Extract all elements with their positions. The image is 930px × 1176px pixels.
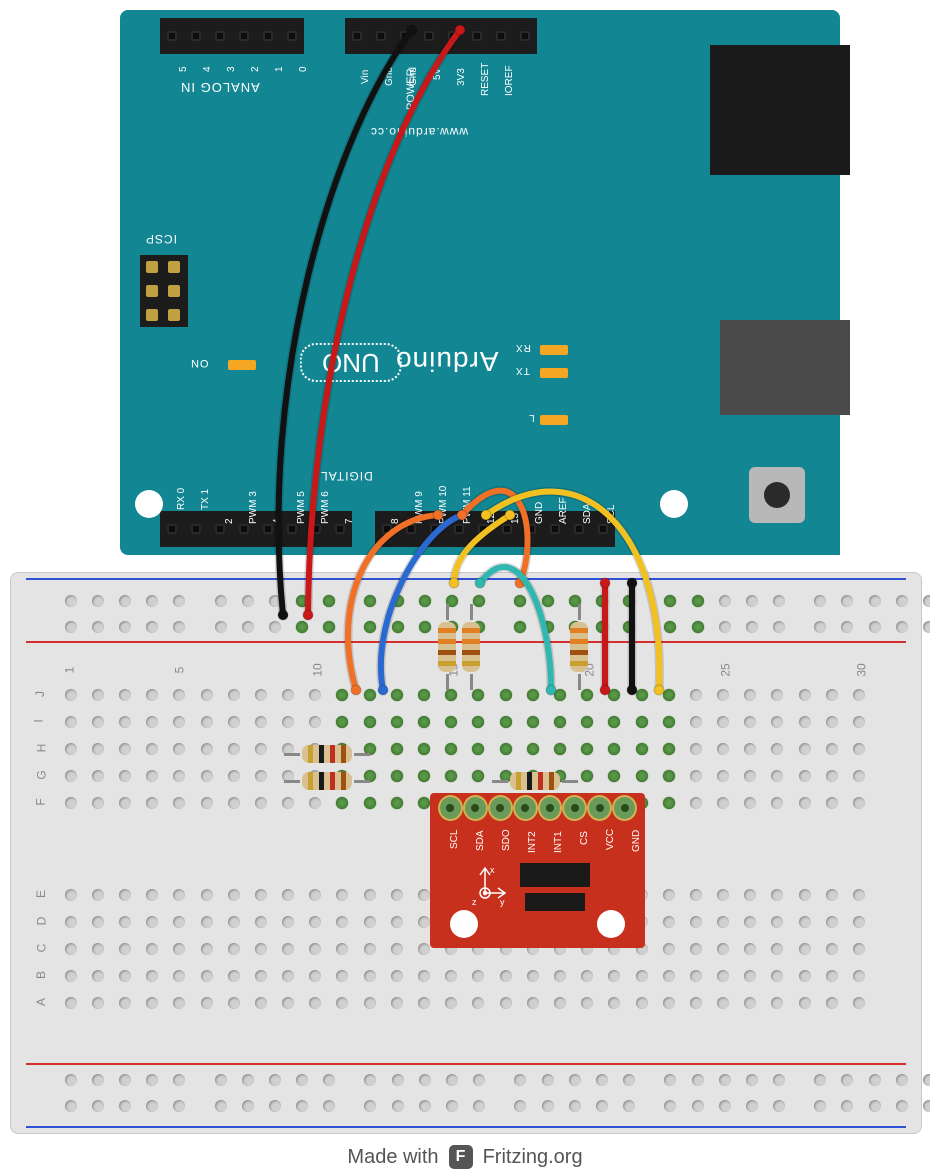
svg-text:x: x xyxy=(490,865,495,875)
svg-text:y: y xyxy=(500,897,505,907)
label-brand: Arduino xyxy=(395,345,499,377)
mount-hole-icon xyxy=(135,490,163,518)
arduino-board: ANALOG IN 5 4 3 2 1 0 Vin Gnd Gnd 5V 3V3… xyxy=(120,10,840,555)
label-analog-in: ANALOG IN xyxy=(180,80,260,95)
svg-text:z: z xyxy=(472,897,477,907)
mount-hole-icon xyxy=(660,490,688,518)
header-analog xyxy=(160,18,304,54)
led-rx xyxy=(540,345,568,355)
adxl-breakout: SCL SDA SDO INT2 INT1 CS VCC GND x y z xyxy=(430,793,645,948)
led-l xyxy=(540,415,568,425)
ic-chip xyxy=(525,893,585,911)
axis-icon: x y z xyxy=(460,863,510,923)
label-power: POWER xyxy=(405,68,417,110)
led-on xyxy=(228,360,256,370)
resistor xyxy=(292,772,362,790)
resistor xyxy=(462,612,480,682)
resistor xyxy=(500,772,570,790)
led-tx xyxy=(540,368,568,378)
resistor xyxy=(292,745,362,763)
footer: Made with F Fritzing.org xyxy=(0,1138,930,1176)
bb-rail-top-1 xyxy=(57,587,930,614)
label-model: UNO xyxy=(300,343,402,382)
barrel-jack xyxy=(720,320,850,415)
resistor xyxy=(438,612,456,682)
reset-button[interactable] xyxy=(749,467,805,523)
usb-port xyxy=(710,45,850,175)
bb-rail-top-2 xyxy=(57,613,930,640)
header-icsp xyxy=(140,255,188,327)
header-power xyxy=(345,18,537,54)
ic-chip xyxy=(520,863,590,887)
resistor xyxy=(570,612,588,682)
fritzing-logo-icon: F xyxy=(449,1145,473,1169)
footer-brand: Fritzing.org xyxy=(483,1146,583,1169)
footer-made: Made with xyxy=(347,1146,438,1169)
